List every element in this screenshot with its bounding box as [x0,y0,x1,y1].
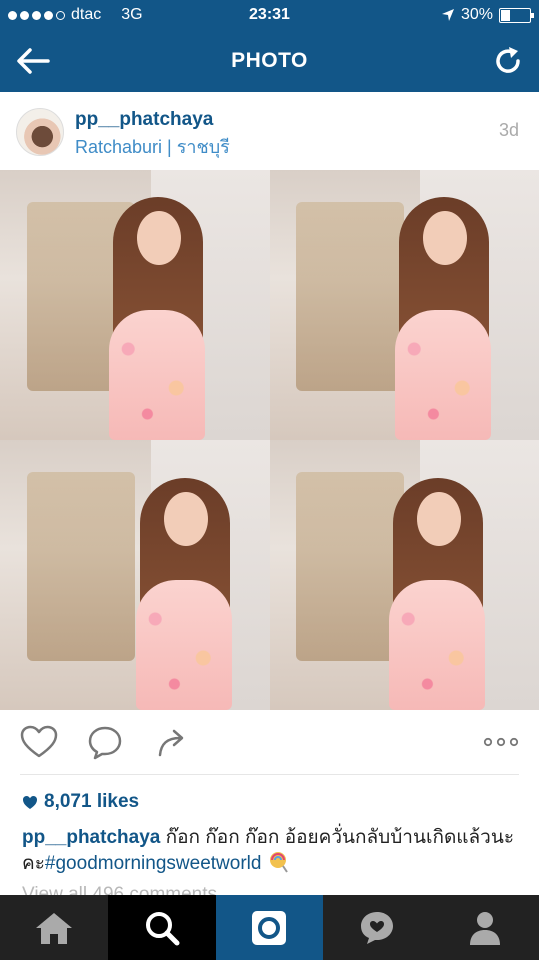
tab-profile[interactable] [431,895,539,960]
battery-icon [499,7,534,23]
status-bar: dtac 3G 23:31 30% [0,0,539,30]
caption-username[interactable]: pp__phatchaya [22,827,160,848]
activity-icon [361,911,394,944]
tab-search[interactable] [107,895,216,960]
search-icon [145,911,180,945]
home-icon [35,912,72,944]
post-caption: pp__phatchaya ก๊อก ก๊อก ก๊อก อ้อยควั่นกล… [22,825,522,877]
post-header: pp__phatchaya Ratchaburi | ราชบุรี 3d [0,92,539,170]
nav-bar: PHOTO [0,30,539,92]
heart-filled-icon [23,795,37,809]
post-username[interactable]: pp__phatchaya [75,109,213,131]
post-location[interactable]: Ratchaburi | ราชบุรี [75,132,230,161]
avatar[interactable] [16,108,64,156]
page-title: PHOTO [231,49,308,72]
hashtag[interactable]: #goodmorningsweetworld [45,853,262,874]
photo-panel [269,170,539,440]
camera-icon [252,910,287,945]
share-icon[interactable] [155,725,189,759]
divider [20,774,519,775]
more-options-icon[interactable] [483,737,519,747]
location-arrow-icon [441,9,454,21]
photo-panel [0,440,270,710]
status-right: 30% [441,6,534,24]
profile-icon [470,911,501,945]
heart-icon[interactable] [20,725,58,759]
comment-icon[interactable] [87,725,123,761]
post-actions [0,710,539,774]
battery-percent: 30% [460,6,493,23]
refresh-icon[interactable] [491,44,525,78]
post-photo[interactable] [0,170,539,710]
tab-activity[interactable] [323,895,431,960]
tab-camera[interactable] [215,895,324,960]
photo-panel [0,170,270,440]
photo-panel [269,440,539,710]
post-time: 3d [498,120,519,140]
tab-home[interactable] [0,895,108,960]
lollipop-emoji-icon [269,852,288,873]
likes-count[interactable]: 8,071 likes [22,791,139,813]
tab-bar [0,895,539,960]
likes-label: 8,071 likes [44,791,140,812]
